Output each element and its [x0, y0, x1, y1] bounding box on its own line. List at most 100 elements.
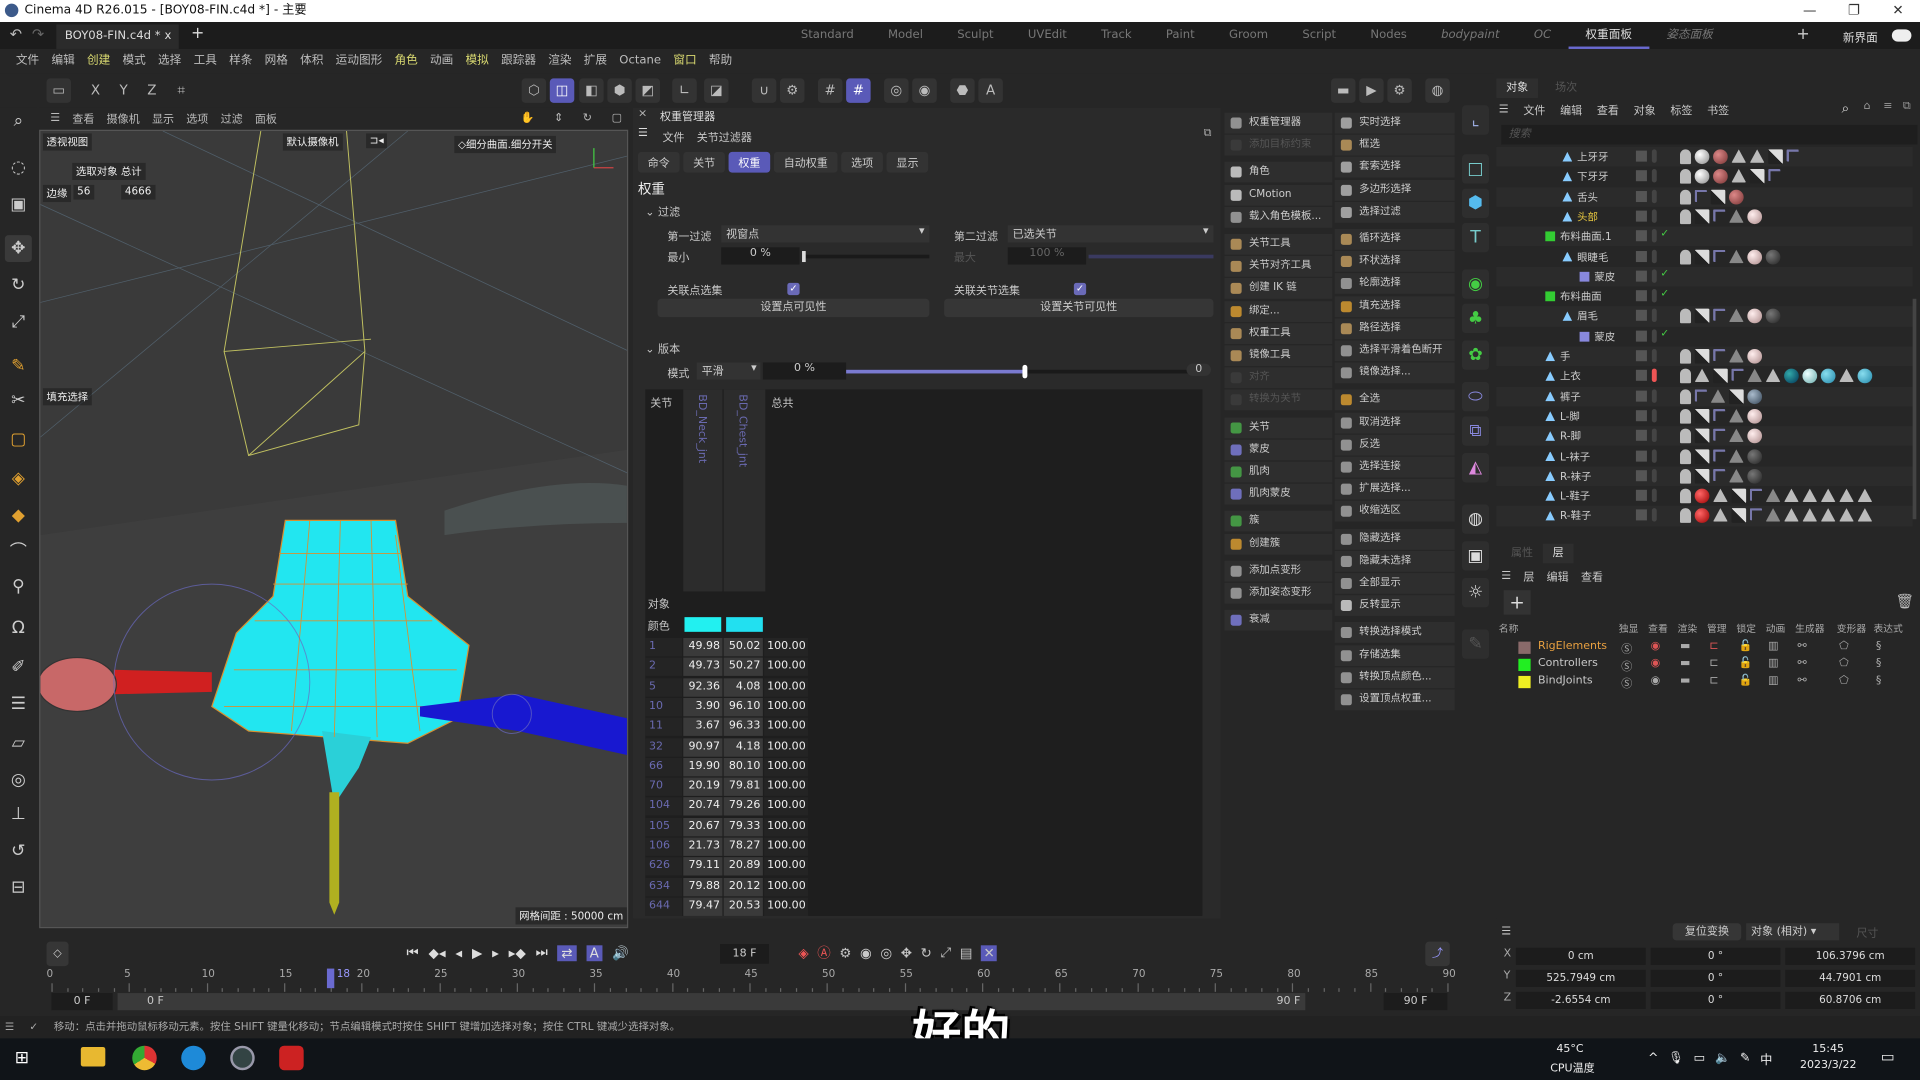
om-menu-item[interactable]: 查看: [1597, 102, 1619, 117]
object-row[interactable]: 眉毛: [1496, 306, 1913, 327]
render-settings-icon[interactable]: ⚙: [1387, 78, 1412, 103]
command-item[interactable]: 权重管理器: [1224, 112, 1333, 134]
selection-tag-icon[interactable]: [1749, 149, 1765, 163]
deformer-icon[interactable]: ✿: [1462, 340, 1489, 370]
table-row[interactable]: 104 20.74 79.26 100.00: [645, 797, 809, 818]
keyframe-filter-icon[interactable]: ◎: [880, 945, 892, 961]
selection-tag-icon[interactable]: [1731, 149, 1747, 163]
selection-tag-icon[interactable]: [1802, 488, 1818, 503]
uvw-tag-icon[interactable]: [1694, 468, 1710, 484]
weight-chest[interactable]: 50.27: [723, 657, 763, 677]
command-item[interactable]: 添加点变形: [1224, 560, 1333, 582]
vertex-map-tag-icon[interactable]: [1728, 408, 1744, 423]
render-icon[interactable]: ▶: [1359, 78, 1384, 103]
vertex-map-tag-icon[interactable]: [1728, 249, 1744, 263]
menu-icon[interactable]: ☰: [1499, 103, 1509, 115]
rotation-field[interactable]: 0 °: [1650, 947, 1781, 965]
key-settings-icon[interactable]: ⚙: [839, 945, 851, 961]
vertex-map-tag-icon[interactable]: [1728, 468, 1744, 483]
maximize-view-icon[interactable]: ▢: [605, 112, 628, 124]
windows-start-icon[interactable]: ⊞: [15, 1048, 29, 1068]
menu-1[interactable]: 编辑: [45, 49, 81, 73]
viewport-menu-item[interactable]: 面板: [249, 110, 283, 126]
uv-mode-icon[interactable]: ⬢: [607, 78, 632, 103]
box-select-icon[interactable]: ▣: [5, 191, 32, 218]
material-tag-icon[interactable]: [1765, 309, 1781, 324]
display-tag-icon[interactable]: [1680, 428, 1692, 444]
grid-icon[interactable]: #: [817, 78, 843, 103]
menu-icon[interactable]: ☰: [1501, 926, 1511, 938]
display-tag-icon[interactable]: [1680, 368, 1692, 384]
editor-visibility-toggle[interactable]: [1635, 350, 1647, 362]
display-tag-icon[interactable]: [1680, 169, 1692, 185]
command-item[interactable]: 框选: [1334, 134, 1455, 156]
grid-lock-icon[interactable]: #: [846, 78, 871, 103]
command-item[interactable]: 权重工具: [1224, 323, 1333, 344]
model-mode-icon[interactable]: ▭: [46, 78, 72, 103]
rotation-field[interactable]: 0 °: [1650, 991, 1781, 1009]
joint-column[interactable]: BD_Neck_jnt: [683, 389, 723, 592]
expression-icon[interactable]: §: [1876, 640, 1882, 652]
object-name-cell[interactable]: 蒙皮: [1579, 269, 1615, 284]
set-joint-visibility-button[interactable]: 设置关节可见性: [944, 298, 1214, 318]
mode-dropdown[interactable]: 平滑 ▾: [696, 362, 761, 380]
command-item[interactable]: 选择连接: [1334, 456, 1455, 478]
view-icon[interactable]: ◉: [1651, 675, 1661, 687]
weight-chest[interactable]: 20.53: [723, 897, 763, 916]
weight-chest[interactable]: 79.81: [723, 777, 763, 797]
filter-group-toggle[interactable]: ⌄ 过滤: [645, 203, 680, 219]
visibility-dots[interactable]: [1651, 249, 1657, 263]
file-explorer-icon[interactable]: [80, 1046, 106, 1067]
uvw-tag-icon[interactable]: [1731, 508, 1747, 524]
close-panel-icon[interactable]: ×: [638, 108, 647, 120]
editor-visibility-toggle[interactable]: [1635, 310, 1647, 322]
material-tag-icon[interactable]: [1694, 149, 1710, 165]
command-item[interactable]: CMotion: [1224, 184, 1333, 206]
material-tag-icon[interactable]: [1747, 428, 1763, 444]
view-icon[interactable]: ◉: [1651, 640, 1661, 652]
rotation-key-icon[interactable]: ↻: [921, 945, 932, 961]
material-tag-icon[interactable]: [1820, 368, 1836, 384]
tab-objects[interactable]: 对象: [1496, 78, 1538, 98]
material-tag-icon[interactable]: [1747, 249, 1763, 264]
visibility-dots[interactable]: [1651, 169, 1657, 183]
vertex-map-tag-icon[interactable]: [1728, 209, 1744, 223]
layer-name[interactable]: Controllers: [1538, 658, 1598, 670]
solo-icon[interactable]: Ⓢ: [1621, 658, 1632, 673]
material-tag-icon[interactable]: [1802, 368, 1818, 384]
texture-mode-icon[interactable]: ∟: [672, 78, 697, 103]
object-name-cell[interactable]: 蒙皮: [1579, 329, 1615, 344]
command-item[interactable]: 设置顶点权重...: [1334, 689, 1455, 711]
menu-6[interactable]: 样条: [223, 49, 259, 73]
visibility-dots[interactable]: [1651, 229, 1657, 243]
smooth-icon[interactable]: ◎: [5, 767, 32, 794]
command-item[interactable]: 关节对齐工具: [1224, 256, 1333, 277]
command-item[interactable]: 扩展选择...: [1334, 479, 1455, 500]
axis-y-lock[interactable]: Y: [111, 78, 135, 102]
visibility-dots[interactable]: [1651, 189, 1657, 203]
uvw-tag-icon[interactable]: [1731, 488, 1747, 504]
bridge-icon[interactable]: ⌒: [5, 539, 32, 566]
material-tag-icon[interactable]: [1713, 169, 1728, 185]
selection-tag-icon[interactable]: [1713, 508, 1728, 523]
weight-chest[interactable]: 20.89: [723, 857, 763, 876]
layers-icon[interactable]: ☰: [5, 691, 32, 718]
editor-visibility-toggle[interactable]: [1635, 250, 1647, 262]
weight-neck[interactable]: 90.97: [683, 737, 723, 757]
visibility-dots[interactable]: [1651, 408, 1657, 423]
editor-visibility-toggle[interactable]: [1635, 330, 1647, 342]
tab-layers[interactable]: 层: [1542, 543, 1574, 564]
layout-tab[interactable]: 权重面板: [1568, 22, 1650, 49]
visibility-dots[interactable]: [1651, 388, 1657, 403]
weight-chest[interactable]: 79.26: [723, 797, 763, 816]
object-name-cell[interactable]: R-脚: [1545, 429, 1581, 443]
spline-rectangle-icon[interactable]: □: [1462, 154, 1489, 184]
minimize-button[interactable]: —: [1788, 0, 1832, 22]
weight-neck[interactable]: 20.74: [683, 797, 723, 816]
menu-joint-filter[interactable]: 关节过滤器: [697, 129, 752, 144]
object-row[interactable]: 舌头: [1496, 186, 1913, 207]
pen-icon[interactable]: ✎: [1740, 1052, 1750, 1065]
command-item[interactable]: 关节工具: [1224, 233, 1333, 255]
microphone-icon[interactable]: 🎙: [1668, 1052, 1684, 1065]
visibility-dots[interactable]: [1651, 289, 1657, 303]
